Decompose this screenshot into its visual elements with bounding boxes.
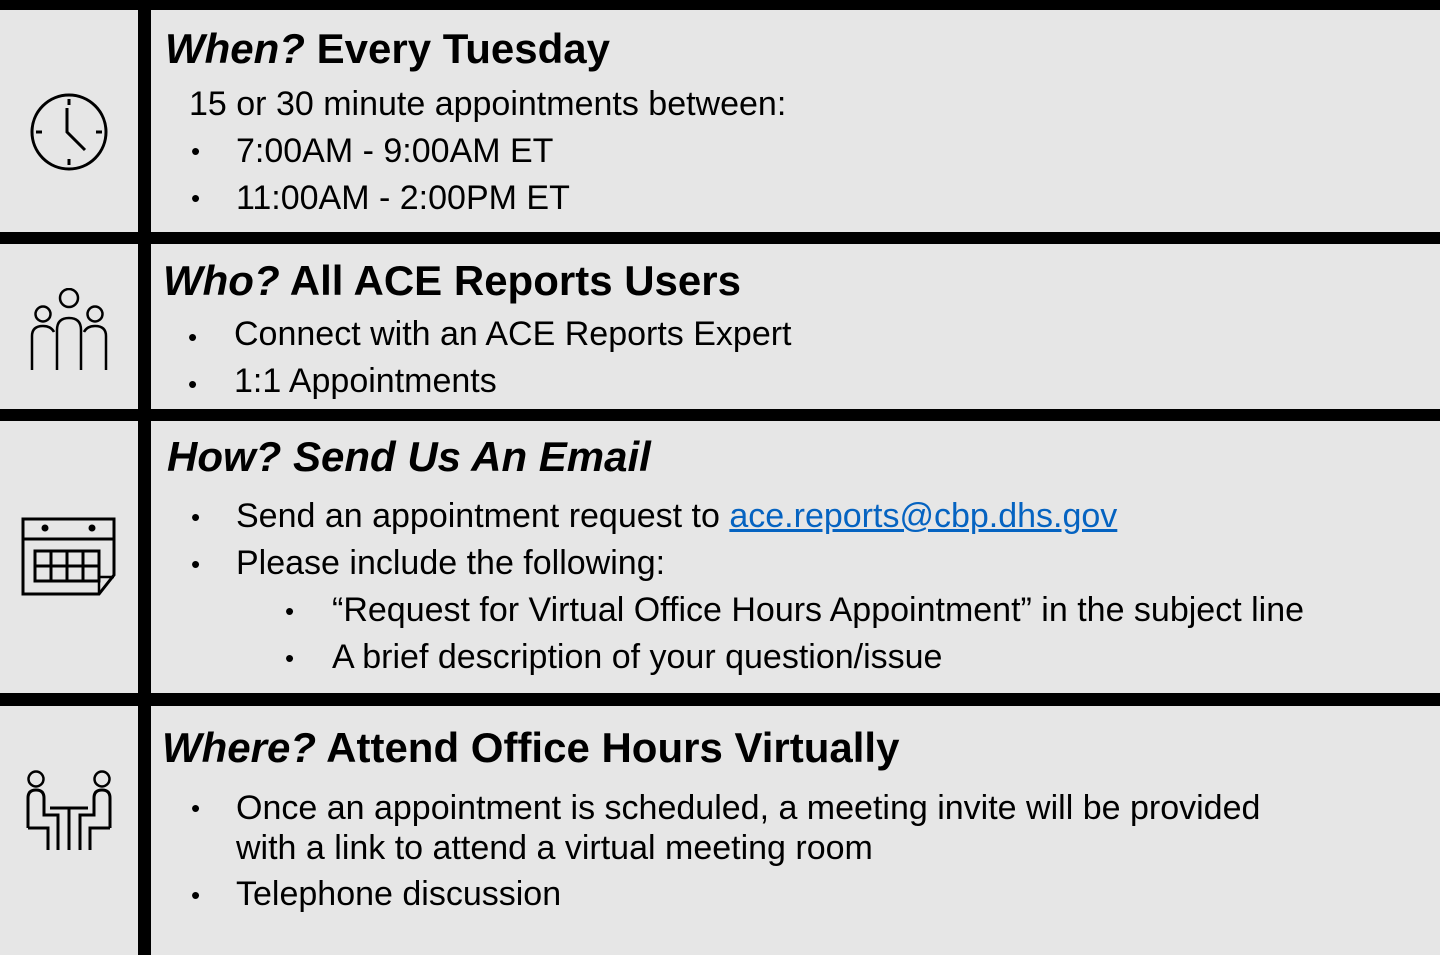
bullet: •: [191, 880, 201, 910]
who-heading: All ACE Reports Users: [289, 257, 741, 304]
where-title: Where? Attend Office Hours Virtually: [162, 724, 899, 772]
when-item-1: 7:00AM - 9:00AM ET: [236, 132, 554, 170]
when-title: When? Every Tuesday: [165, 25, 610, 73]
bullet: •: [188, 322, 198, 352]
calendar-icon: [21, 517, 116, 596]
bullet: •: [191, 549, 201, 579]
where-icon-cell: [0, 706, 138, 955]
where-question: Where?: [162, 724, 317, 771]
how-item-1: Send an appointment request to ace.repor…: [236, 497, 1117, 536]
when-question: When?: [165, 25, 305, 72]
bullet: •: [188, 369, 198, 399]
who-text-cell: Who? All ACE Reports Users • Connect wit…: [151, 244, 1440, 409]
when-intro: 15 or 30 minute appointments between:: [189, 85, 787, 123]
bullet: •: [191, 136, 201, 166]
where-text-cell: Where? Attend Office Hours Virtually • O…: [151, 706, 1440, 955]
meeting-icon: [26, 770, 112, 850]
where-heading: Attend Office Hours Virtually: [326, 724, 900, 771]
how-section: How? Send Us An Email • Send an appointm…: [0, 421, 1440, 693]
when-item-2: 11:00AM - 2:00PM ET: [236, 179, 570, 217]
where-item-1-line-2: with a link to attend a virtual meeting …: [236, 829, 873, 867]
bullet: •: [191, 793, 201, 823]
clock-icon: [30, 93, 108, 171]
bullet: •: [285, 643, 295, 673]
who-icon-cell: [0, 244, 138, 409]
where-item-1-line-1: Once an appointment is scheduled, a meet…: [236, 789, 1261, 827]
people-group-icon: [30, 288, 108, 370]
bullet: •: [191, 183, 201, 213]
when-text-cell: When? Every Tuesday 15 or 30 minute appo…: [151, 10, 1440, 232]
how-heading: Send Us An Email: [292, 433, 651, 480]
email-link[interactable]: ace.reports@cbp.dhs.gov: [729, 497, 1117, 535]
who-item-1: Connect with an ACE Reports Expert: [234, 315, 792, 353]
how-text-cell: How? Send Us An Email • Send an appointm…: [151, 421, 1440, 693]
how-subitem-1: “Request for Virtual Office Hours Appoin…: [332, 591, 1305, 629]
how-icon-cell: [0, 421, 138, 693]
how-item-2: Please include the following:: [236, 544, 666, 582]
how-question: How?: [167, 433, 282, 480]
when-section: When? Every Tuesday 15 or 30 minute appo…: [0, 10, 1440, 232]
bullet: •: [191, 502, 201, 532]
when-heading: Every Tuesday: [316, 25, 611, 72]
where-item-2: Telephone discussion: [236, 875, 562, 913]
when-icon-cell: [0, 10, 138, 232]
bullet: •: [285, 596, 295, 626]
where-item-1: Once an appointment is scheduled, a meet…: [236, 788, 1260, 868]
who-question: Who?: [163, 257, 280, 304]
where-section: Where? Attend Office Hours Virtually • O…: [0, 706, 1440, 955]
who-item-2: 1:1 Appointments: [234, 362, 497, 400]
how-item-1-text: Send an appointment request to: [236, 497, 730, 535]
how-subitem-2: A brief description of your question/iss…: [332, 638, 943, 676]
who-section: Who? All ACE Reports Users • Connect wit…: [0, 244, 1440, 409]
how-title: How? Send Us An Email: [167, 433, 651, 481]
who-title: Who? All ACE Reports Users: [163, 257, 741, 305]
